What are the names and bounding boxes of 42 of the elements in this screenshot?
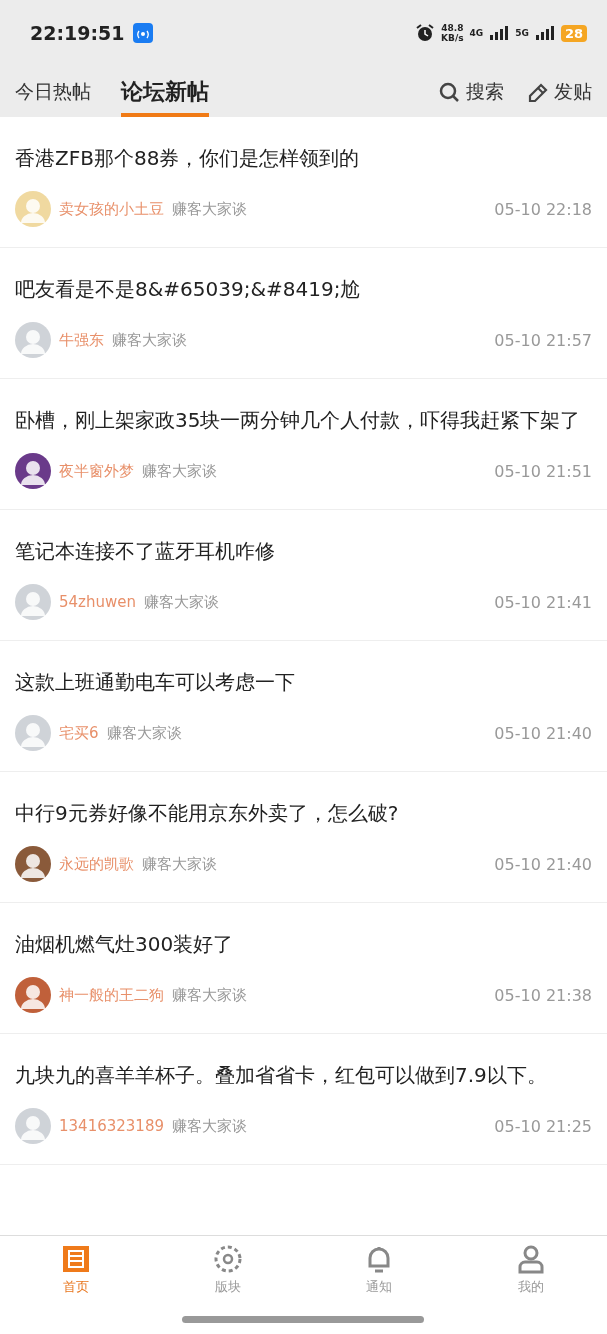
signal-icon — [489, 26, 510, 40]
post-title[interactable]: 吧友看是不是8&#65039;&#8419;尬 — [15, 274, 592, 304]
forum-name: 赚客大家谈 — [142, 461, 217, 481]
person-icon — [516, 1244, 547, 1274]
hotspot-icon — [132, 23, 153, 43]
search-button[interactable]: 搜索 — [438, 66, 504, 117]
post-title[interactable]: 卧槽，刚上架家政35块一两分钟几个人付款，吓得我赶紧下架了 — [15, 405, 592, 435]
post-title[interactable]: 中行9元券好像不能用京东外卖了，怎么破? — [15, 798, 592, 828]
network-type: 5G — [515, 28, 529, 38]
post-time: 05-10 21:57 — [494, 330, 592, 350]
forum-name: 赚客大家谈 — [142, 854, 217, 874]
network-type: 4G — [469, 28, 484, 38]
tab[interactable]: 今日热帖 — [15, 66, 91, 117]
forum-name: 赚客大家谈 — [172, 199, 247, 219]
tab[interactable]: 论坛新帖 — [121, 66, 209, 117]
search-icon — [438, 80, 460, 103]
forum-name: 赚客大家谈 — [106, 723, 182, 743]
post-title[interactable]: 笔记本连接不了蓝牙耳机咋修 — [15, 536, 592, 566]
post-title[interactable]: 这款上班通勤电车可以考虑一下 — [15, 667, 592, 697]
post-time: 05-10 21:40 — [494, 854, 592, 874]
post-time: 05-10 21:51 — [494, 461, 592, 481]
post-time: 05-10 21:41 — [494, 592, 592, 612]
list-icon — [60, 1244, 91, 1274]
alarm-icon — [415, 23, 436, 43]
home-indicator[interactable] — [182, 1316, 424, 1323]
clock-time: 22:19:51 — [30, 22, 125, 44]
post-time: 05-10 21:40 — [494, 723, 592, 743]
forum-name: 赚客大家谈 — [172, 985, 247, 1005]
post-title[interactable]: 香港ZFB那个88券，你们是怎样领到的 — [15, 143, 592, 173]
forum-name: 赚客大家谈 — [144, 592, 219, 612]
post-time: 05-10 21:38 — [494, 985, 592, 1005]
battery-level: 28 — [560, 24, 587, 42]
signal-icon — [534, 26, 555, 40]
forum-name: 赚客大家谈 — [112, 330, 187, 350]
post-title[interactable]: 九块九的喜羊羊杯子。叠加省省卡，红包可以做到7.9以下。 — [15, 1060, 592, 1090]
forum-name: 赚客大家谈 — [172, 1116, 247, 1136]
post-time: 05-10 22:18 — [494, 199, 592, 219]
post-title[interactable]: 油烟机燃气灶300装好了 — [15, 929, 592, 959]
net-speed-unit: KB/s — [441, 33, 464, 43]
net-speed: 48.8 — [441, 23, 464, 33]
post-time: 05-10 21:25 — [494, 1116, 592, 1136]
post-button[interactable]: 发贴 — [526, 66, 592, 117]
